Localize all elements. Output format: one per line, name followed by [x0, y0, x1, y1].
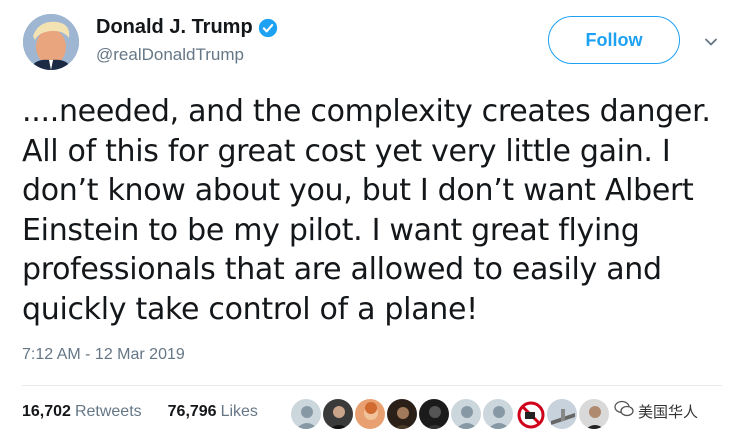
wechat-icon — [614, 400, 634, 422]
follow-button[interactable]: Follow — [548, 16, 680, 64]
liker-avatar[interactable] — [290, 398, 322, 430]
watermark-text: 美国华人 — [638, 403, 699, 421]
likes-label[interactable]: Likes — [221, 403, 258, 421]
author-name[interactable]: Donald J. Trump — [96, 16, 253, 39]
tweet-timestamp[interactable]: 7:12 AM - 12 Mar 2019 — [22, 346, 185, 364]
liker-avatar[interactable] — [450, 398, 482, 430]
author-handle[interactable]: @realDonaldTrump — [96, 45, 244, 65]
liker-avatar[interactable] — [418, 398, 450, 430]
watermark: 美国华人 — [614, 400, 698, 422]
chevron-down-icon[interactable] — [703, 34, 719, 50]
author-avatar[interactable] — [23, 14, 79, 70]
divider — [22, 385, 722, 386]
liker-avatar[interactable] — [514, 398, 546, 430]
liker-avatar[interactable] — [386, 398, 418, 430]
author-name-row[interactable]: Donald J. Trump — [96, 16, 278, 39]
liker-avatar[interactable] — [322, 398, 354, 430]
liker-avatar[interactable] — [354, 398, 386, 430]
engagement-stats: 16,702 Retweets 76,796 Likes — [22, 403, 258, 421]
tweet-text: ....needed, and the complexity creates d… — [22, 94, 711, 327]
likes-count[interactable]: 76,796 — [168, 403, 217, 421]
retweets-label[interactable]: Retweets — [75, 403, 142, 421]
retweets-count[interactable]: 16,702 — [22, 403, 71, 421]
liker-avatar[interactable] — [546, 398, 578, 430]
verified-badge-icon — [258, 18, 278, 38]
liker-avatar[interactable] — [482, 398, 514, 430]
liker-avatar[interactable] — [578, 398, 610, 430]
